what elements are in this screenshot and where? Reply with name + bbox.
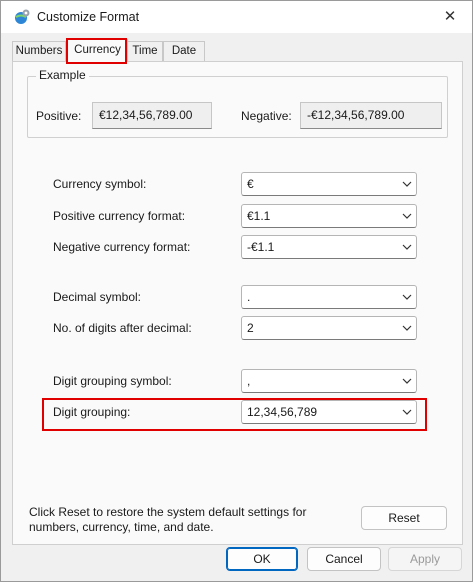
negative-example-value: -€12,34,56,789.00 <box>307 108 405 122</box>
negative-label: Negative: <box>241 109 292 123</box>
positive-format-select[interactable]: €1.1 <box>241 204 417 228</box>
tab-numbers[interactable]: Numbers <box>12 41 66 61</box>
digit-grouping-label: Digit grouping: <box>53 405 131 419</box>
digits-after-decimal-value: 2 <box>247 321 254 335</box>
settings-globe-icon <box>13 8 31 26</box>
apply-button[interactable]: Apply <box>388 547 462 571</box>
customize-format-dialog: Customize Format ✕ Numbers Currency Time… <box>0 0 473 582</box>
chevron-down-icon <box>402 378 412 384</box>
digit-grouping-value: 12,34,56,789 <box>247 405 318 419</box>
currency-panel: Example Positive: €12,34,56,789.00 Negat… <box>12 61 463 545</box>
negative-format-value: -€1.1 <box>247 240 275 254</box>
decimal-symbol-value: . <box>247 290 251 304</box>
tab-currency[interactable]: Currency <box>67 39 128 62</box>
ok-button[interactable]: OK <box>226 547 298 571</box>
positive-format-value: €1.1 <box>247 209 271 223</box>
digit-grouping-symbol-select[interactable]: , <box>241 369 417 393</box>
reset-button[interactable]: Reset <box>361 506 447 530</box>
currency-symbol-select[interactable]: € <box>241 172 417 196</box>
digit-grouping-select[interactable]: 12,34,56,789 <box>241 400 417 424</box>
cancel-button[interactable]: Cancel <box>307 547 381 571</box>
chevron-down-icon <box>402 244 412 250</box>
example-legend: Example <box>36 68 89 82</box>
example-groupbox: Example Positive: €12,34,56,789.00 Negat… <box>27 68 448 138</box>
decimal-symbol-label: Decimal symbol: <box>53 290 142 304</box>
digits-after-decimal-label: No. of digits after decimal: <box>53 321 192 335</box>
positive-example-value: €12,34,56,789.00 <box>99 108 193 122</box>
positive-example-field: €12,34,56,789.00 <box>92 102 212 129</box>
currency-symbol-label: Currency symbol: <box>53 177 147 191</box>
chevron-down-icon <box>402 181 412 187</box>
negative-format-label: Negative currency format: <box>53 240 191 254</box>
digits-after-decimal-select[interactable]: 2 <box>241 316 417 340</box>
close-button[interactable]: ✕ <box>440 7 460 27</box>
chevron-down-icon <box>402 409 412 415</box>
negative-example-field: -€12,34,56,789.00 <box>300 102 442 129</box>
positive-label: Positive: <box>36 109 82 123</box>
currency-symbol-value: € <box>247 177 254 191</box>
positive-format-label: Positive currency format: <box>53 209 186 223</box>
tab-time[interactable]: Time <box>127 41 163 61</box>
chevron-down-icon <box>402 294 412 300</box>
chevron-down-icon <box>402 213 412 219</box>
tab-date[interactable]: Date <box>163 41 205 61</box>
negative-format-select[interactable]: -€1.1 <box>241 235 417 259</box>
decimal-symbol-select[interactable]: . <box>241 285 417 309</box>
window-title: Customize Format <box>37 10 140 24</box>
close-icon: ✕ <box>443 8 457 25</box>
title-bar: Customize Format ✕ <box>1 1 472 33</box>
digit-grouping-symbol-label: Digit grouping symbol: <box>53 374 172 388</box>
digit-grouping-symbol-value: , <box>247 374 251 388</box>
reset-description: Click Reset to restore the system defaul… <box>29 505 307 534</box>
chevron-down-icon <box>402 325 412 331</box>
